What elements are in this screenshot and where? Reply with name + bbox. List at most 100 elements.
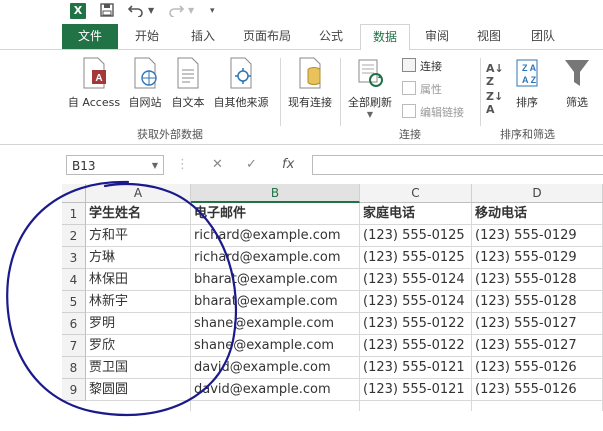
- table-cell[interactable]: (123) 555-0121: [360, 357, 472, 379]
- svg-text:Z A: Z A: [522, 63, 537, 73]
- from-access-button[interactable]: A 自 Access: [66, 56, 122, 110]
- table-cell[interactable]: (123) 555-0129: [472, 225, 603, 247]
- row-header[interactable]: 4: [62, 269, 86, 291]
- table-cell[interactable]: richard@example.com: [191, 225, 360, 247]
- table-cell[interactable]: 方琳: [86, 247, 191, 269]
- name-box-dropdown-icon[interactable]: ▼: [152, 156, 158, 176]
- table-cell[interactable]: bharat@example.com: [191, 269, 360, 291]
- svg-text:A: A: [95, 73, 102, 84]
- table-cell[interactable]: (123) 555-0125: [360, 247, 472, 269]
- name-box[interactable]: B13 ▼: [66, 155, 164, 175]
- column-header-a[interactable]: A: [86, 184, 191, 203]
- sort-ascending-icon[interactable]: A↓ Z: [486, 62, 504, 88]
- formula-bar-more-icon[interactable]: ⋮: [176, 155, 189, 175]
- edit-links-button[interactable]: 编辑链接: [402, 104, 464, 120]
- table-cell[interactable]: (123) 555-0124: [360, 269, 472, 291]
- from-web-button[interactable]: 自网站: [124, 56, 166, 110]
- customize-qat-icon[interactable]: ▾: [210, 3, 215, 19]
- row-header[interactable]: 6: [62, 313, 86, 335]
- insert-function-icon[interactable]: fx: [282, 155, 294, 175]
- table-header-cell[interactable]: 电子邮件: [191, 203, 360, 225]
- table-header-cell[interactable]: 移动电话: [472, 203, 603, 225]
- group-label-sort-filter: 排序和筛选: [500, 128, 555, 141]
- table-cell[interactable]: 罗明: [86, 313, 191, 335]
- row-header[interactable]: 2: [62, 225, 86, 247]
- table-cell[interactable]: bharat@example.com: [191, 291, 360, 313]
- table-cell[interactable]: [86, 401, 191, 411]
- table-cell[interactable]: david@example.com: [191, 379, 360, 401]
- table-cell[interactable]: (123) 555-0127: [472, 313, 603, 335]
- row-header[interactable]: 9: [62, 379, 86, 401]
- row-header[interactable]: 3: [62, 247, 86, 269]
- svg-text:A Z: A Z: [522, 75, 537, 85]
- table-cell[interactable]: david@example.com: [191, 357, 360, 379]
- refresh-icon: [356, 56, 384, 90]
- redo-icon[interactable]: [168, 3, 185, 22]
- table-header-cell[interactable]: 学生姓名: [86, 203, 191, 225]
- table-cell[interactable]: 贾卫国: [86, 357, 191, 379]
- from-text-button[interactable]: 自文本: [168, 56, 208, 110]
- table-cell[interactable]: 林保田: [86, 269, 191, 291]
- tab-data[interactable]: 数据: [360, 24, 410, 51]
- filter-button[interactable]: 筛选: [556, 56, 598, 110]
- tab-page-layout[interactable]: 页面布局: [238, 24, 296, 49]
- table-cell[interactable]: [360, 401, 472, 411]
- tab-formulas[interactable]: 公式: [310, 24, 352, 49]
- from-other-sources-button[interactable]: 自其他来源: [210, 56, 272, 110]
- row-header[interactable]: 8: [62, 357, 86, 379]
- sort-button[interactable]: Z AA Z 排序: [508, 56, 546, 110]
- table-cell[interactable]: [191, 401, 360, 411]
- ribbon: A 自 Access 自网站 自文本 自其他来源 现有连接 全部刷新 ▼ 连接 …: [0, 50, 603, 145]
- sort-descending-icon[interactable]: Z↓ A: [486, 90, 503, 116]
- table-cell[interactable]: shane@example.com: [191, 335, 360, 357]
- table-cell[interactable]: 黎圆圆: [86, 379, 191, 401]
- table-cell[interactable]: (123) 555-0126: [472, 357, 603, 379]
- tab-insert[interactable]: 插入: [182, 24, 224, 49]
- select-all-corner[interactable]: [62, 184, 86, 203]
- tab-file[interactable]: 文件: [62, 24, 118, 49]
- column-header-d[interactable]: D: [472, 184, 603, 203]
- undo-dropdown-icon[interactable]: ▼: [148, 3, 154, 19]
- save-icon[interactable]: [100, 3, 114, 22]
- table-cell[interactable]: 林新宇: [86, 291, 191, 313]
- cancel-icon[interactable]: ✕: [212, 155, 223, 175]
- table-cell[interactable]: [472, 401, 603, 411]
- connections-button[interactable]: 连接: [402, 58, 442, 74]
- table-cell[interactable]: (123) 555-0129: [472, 247, 603, 269]
- redo-dropdown-icon[interactable]: ▼: [188, 3, 194, 19]
- tab-home[interactable]: 开始: [126, 24, 168, 49]
- existing-connections-button[interactable]: 现有连接: [284, 56, 336, 110]
- excel-logo-icon: X: [70, 3, 86, 19]
- undo-icon[interactable]: [127, 3, 144, 22]
- table-cell[interactable]: shane@example.com: [191, 313, 360, 335]
- ribbon-divider: [480, 58, 481, 126]
- table-cell[interactable]: 罗欣: [86, 335, 191, 357]
- column-header-b[interactable]: B: [191, 184, 360, 203]
- tab-team[interactable]: 团队: [520, 24, 566, 49]
- tab-view[interactable]: 视图: [468, 24, 510, 49]
- table-cell[interactable]: (123) 555-0126: [472, 379, 603, 401]
- row-header[interactable]: 1: [62, 203, 86, 225]
- properties-button[interactable]: 属性: [402, 81, 442, 97]
- table-cell[interactable]: (123) 555-0127: [472, 335, 603, 357]
- table-cell[interactable]: richard@example.com: [191, 247, 360, 269]
- table-cell[interactable]: 方和平: [86, 225, 191, 247]
- formula-input[interactable]: [312, 155, 603, 175]
- table-cell[interactable]: (123) 555-0125: [360, 225, 472, 247]
- tab-review[interactable]: 审阅: [416, 24, 458, 49]
- row-header[interactable]: 5: [62, 291, 86, 313]
- enter-icon[interactable]: ✓: [246, 155, 257, 175]
- table-cell[interactable]: (123) 555-0122: [360, 335, 472, 357]
- table-cell[interactable]: (123) 555-0124: [360, 291, 472, 313]
- table-header-cell[interactable]: 家庭电话: [360, 203, 472, 225]
- table-cell[interactable]: (123) 555-0128: [472, 291, 603, 313]
- table-cell[interactable]: (123) 555-0121: [360, 379, 472, 401]
- edit-links-icon: [402, 104, 416, 118]
- refresh-all-button[interactable]: 全部刷新 ▼: [344, 56, 396, 119]
- ribbon-tabs: 文件 开始 插入 页面布局 公式 数据 审阅 视图 团队: [0, 24, 603, 51]
- column-header-c[interactable]: C: [360, 184, 472, 203]
- formula-bar: B13 ▼ ⋮ ✕ ✓ fx: [0, 150, 603, 180]
- table-cell[interactable]: (123) 555-0128: [472, 269, 603, 291]
- row-header[interactable]: 7: [62, 335, 86, 357]
- table-cell[interactable]: (123) 555-0122: [360, 313, 472, 335]
